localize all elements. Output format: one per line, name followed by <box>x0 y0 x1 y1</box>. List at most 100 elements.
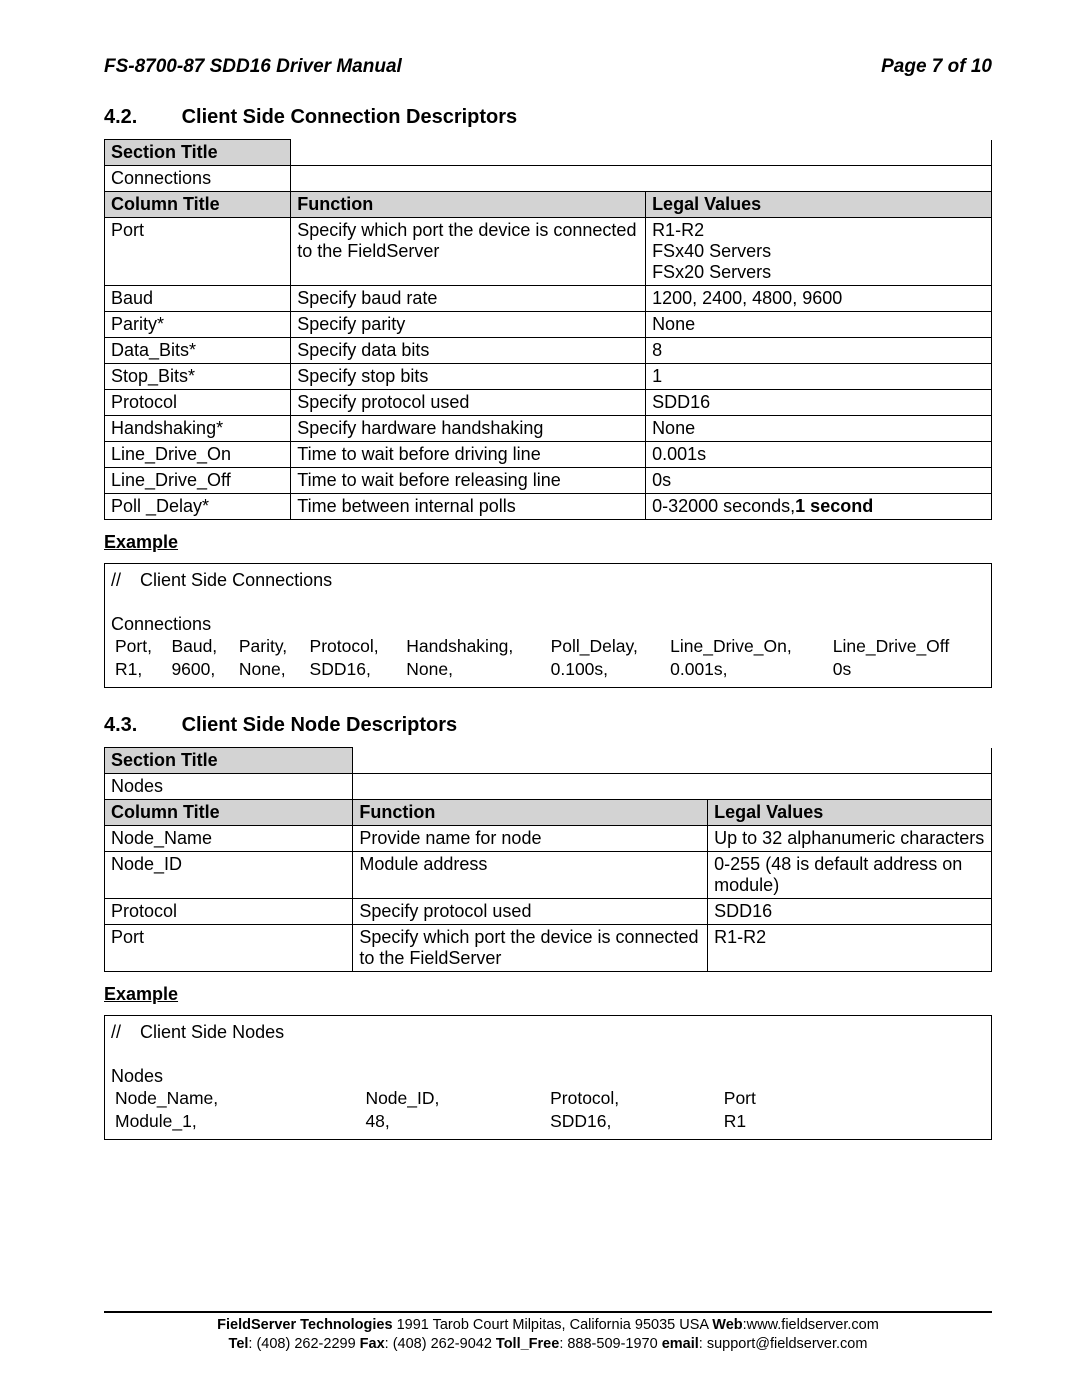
example-label-4-3: Example <box>104 984 992 1005</box>
section-title: Client Side Connection Descriptors <box>182 106 518 128</box>
table-row: Parity*Specify parityNone <box>105 312 992 338</box>
col-header-column: Column Title <box>105 192 291 218</box>
cell-column: Poll _Delay* <box>105 494 291 520</box>
example-cell: Module_1, <box>111 1110 361 1133</box>
section-number: 4.3. <box>104 714 176 737</box>
footer-web-value: :www.fieldserver.com <box>743 1317 879 1333</box>
cell-legal-values: 8 <box>646 338 992 364</box>
example-cell: Parity, <box>235 635 306 658</box>
cell-function: Module address <box>353 852 708 899</box>
cell-legal-values: R1-R2 <box>708 925 992 972</box>
cell-legal-values: SDD16 <box>646 390 992 416</box>
cell-column: Stop_Bits* <box>105 364 291 390</box>
cell-column: Data_Bits* <box>105 338 291 364</box>
cell-legal-values: 0s <box>646 468 992 494</box>
footer-toll-label: Toll_Free <box>496 1336 559 1352</box>
cell-function: Specify protocol used <box>291 390 646 416</box>
footer-email-label: email <box>662 1336 699 1352</box>
blank-cell <box>353 748 708 774</box>
example-cell: None, <box>235 658 306 681</box>
heading-4-3: 4.3. Client Side Node Descriptors <box>104 714 992 737</box>
cell-column: Protocol <box>105 899 353 925</box>
cell-column: Line_Drive_On <box>105 442 291 468</box>
blank-cell <box>646 140 992 166</box>
example-cell: R1, <box>111 658 167 681</box>
example-cell: Line_Drive_On, <box>666 635 829 658</box>
cell-function: Specify parity <box>291 312 646 338</box>
cell-function: Provide name for node <box>353 826 708 852</box>
doc-title: FS-8700-87 SDD16 Driver Manual <box>104 56 402 78</box>
example-cell: Protocol, <box>546 1087 720 1110</box>
example-section-name: Nodes <box>111 1066 985 1087</box>
example-cell: 48, <box>361 1110 546 1133</box>
cell-legal-values: 1 <box>646 364 992 390</box>
table-row: Node_IDModule address0-255 (48 is defaul… <box>105 852 992 899</box>
cell-function: Specify baud rate <box>291 286 646 312</box>
cell-legal-values: 0.001s <box>646 442 992 468</box>
cell-legal-values: None <box>646 416 992 442</box>
table-connection-descriptors: Section Title Connections Column Title F… <box>104 139 992 520</box>
table-row: Line_Drive_OnTime to wait before driving… <box>105 442 992 468</box>
comment-slashes: // <box>111 1022 135 1043</box>
example-label-4-2: Example <box>104 532 992 553</box>
cell-column: Port <box>105 218 291 286</box>
footer-web-label: Web <box>712 1317 742 1333</box>
example-cell: Baud, <box>167 635 234 658</box>
table-row: ProtocolSpecify protocol usedSDD16 <box>105 899 992 925</box>
cell-function: Time to wait before driving line <box>291 442 646 468</box>
example-cell: 0s <box>829 658 985 681</box>
table-row: BaudSpecify baud rate1200, 2400, 4800, 9… <box>105 286 992 312</box>
footer-fax-value: : (408) 262-9042 <box>385 1336 496 1352</box>
example-cell: 0.001s, <box>666 658 829 681</box>
cell-function: Specify which port the device is connect… <box>291 218 646 286</box>
cell-function: Specify data bits <box>291 338 646 364</box>
example-comment-text: Client Side Nodes <box>140 1022 284 1042</box>
section-title-value: Connections <box>105 166 291 192</box>
example-section-name: Connections <box>111 614 985 635</box>
col-header-function: Function <box>291 192 646 218</box>
cell-legal-values: R1-R2FSx40 ServersFSx20 Servers <box>646 218 992 286</box>
example-cell: Poll_Delay, <box>547 635 667 658</box>
blank-cell <box>353 774 708 800</box>
cell-function: Specify hardware handshaking <box>291 416 646 442</box>
blank-cell <box>708 774 992 800</box>
cell-function: Specify stop bits <box>291 364 646 390</box>
table-row: Handshaking*Specify hardware handshaking… <box>105 416 992 442</box>
example-table-4-2: Port,Baud,Parity,Protocol,Handshaking,Po… <box>111 635 985 681</box>
page-footer: FieldServer Technologies 1991 Tarob Cour… <box>104 1311 992 1355</box>
example-cell: Handshaking, <box>402 635 546 658</box>
blank-cell <box>291 166 646 192</box>
footer-email-value: : support@fieldserver.com <box>699 1336 868 1352</box>
blank-cell <box>646 166 992 192</box>
example-cell: SDD16, <box>546 1110 720 1133</box>
cell-column: Node_Name <box>105 826 353 852</box>
example-cell: R1 <box>720 1110 810 1133</box>
footer-line-1: FieldServer Technologies 1991 Tarob Cour… <box>104 1316 992 1336</box>
cell-legal-values: 1200, 2400, 4800, 9600 <box>646 286 992 312</box>
cell-function: Time to wait before releasing line <box>291 468 646 494</box>
cell-column: Line_Drive_Off <box>105 468 291 494</box>
example-comment: // Client Side Nodes <box>111 1022 985 1043</box>
example-box-4-3: // Client Side Nodes Nodes Node_Name,Nod… <box>104 1015 992 1140</box>
example-table-4-3: Node_Name,Node_ID,Protocol,Port Module_1… <box>111 1087 810 1133</box>
footer-address: 1991 Tarob Court Milpitas, California 95… <box>397 1317 713 1333</box>
col-header-column: Column Title <box>105 800 353 826</box>
footer-fax-label: Fax <box>360 1336 385 1352</box>
footer-line-2: Tel: (408) 262-2299 Fax: (408) 262-9042 … <box>104 1335 992 1355</box>
cell-legal-values: Up to 32 alphanumeric characters <box>708 826 992 852</box>
table-node-descriptors: Section Title Nodes Column Title Functio… <box>104 747 992 972</box>
table-row: PortSpecify which port the device is con… <box>105 925 992 972</box>
example-cell: Port <box>720 1087 810 1110</box>
example-cell: None, <box>402 658 546 681</box>
section-title-value: Nodes <box>105 774 353 800</box>
table-row: Line_Drive_OffTime to wait before releas… <box>105 468 992 494</box>
example-cell: 9600, <box>167 658 234 681</box>
example-cell: Port, <box>111 635 167 658</box>
cell-legal-values: SDD16 <box>708 899 992 925</box>
table-row: Poll _Delay*Time between internal polls0… <box>105 494 992 520</box>
col-header-function: Function <box>353 800 708 826</box>
cell-column: Baud <box>105 286 291 312</box>
table-row: Stop_Bits*Specify stop bits1 <box>105 364 992 390</box>
footer-tel-value: : (408) 262-2299 <box>248 1336 359 1352</box>
cell-column: Port <box>105 925 353 972</box>
